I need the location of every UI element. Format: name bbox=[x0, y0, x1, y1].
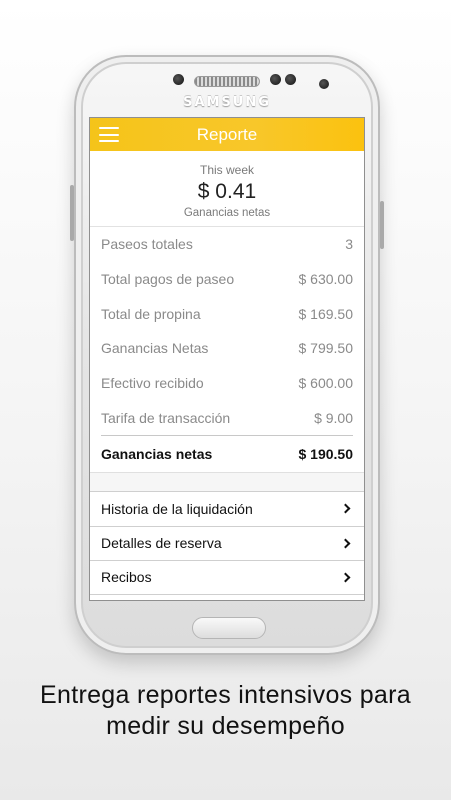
caption-line-1: Entrega reportes intensivos para bbox=[40, 681, 411, 709]
nav-item-label: Recibos bbox=[101, 569, 152, 586]
stat-row-total-rides: Paseos totales 3 bbox=[101, 227, 353, 262]
stat-label: Ganancias Netas bbox=[101, 340, 209, 357]
stat-label: Tarifa de transacción bbox=[101, 409, 231, 426]
stat-row-cash-received: Efectivo recibido $ 600.00 bbox=[101, 366, 353, 401]
front-camera-icon bbox=[173, 74, 184, 85]
net-earnings-label: Ganancias netas bbox=[183, 207, 271, 219]
promo-caption: Entrega reportes intensivos para medir s… bbox=[0, 680, 451, 742]
app-screen: Reporte This week $ 0.41 Ganancias netas… bbox=[89, 117, 365, 601]
stat-value: 3 bbox=[345, 236, 353, 253]
stat-row-transaction-fee: Tarifa de transacción $ 9.00 bbox=[101, 400, 353, 435]
stat-value: $ 630.00 bbox=[298, 271, 354, 288]
stat-row-net-earnings: Ganancias Netas $ 799.50 bbox=[101, 331, 353, 366]
earpiece-speaker bbox=[194, 76, 260, 87]
stat-value: $ 9.00 bbox=[314, 409, 353, 426]
home-button[interactable] bbox=[192, 617, 266, 639]
nav-item-booking-details[interactable]: Detalles de reserva bbox=[90, 525, 364, 561]
volume-button bbox=[70, 185, 74, 241]
stat-label: Paseos totales bbox=[101, 236, 193, 253]
light-sensor-icon bbox=[285, 74, 296, 85]
chevron-right-icon bbox=[340, 538, 351, 549]
chevron-right-icon bbox=[340, 572, 351, 583]
total-value: $ 190.50 bbox=[298, 446, 354, 463]
total-row: Ganancias netas $ 190.50 bbox=[101, 435, 353, 472]
nav-item-settlement-history[interactable]: Historia de la liquidación bbox=[90, 491, 364, 526]
camera-lens-icon bbox=[319, 79, 329, 89]
stat-label: Total de propina bbox=[101, 305, 201, 322]
proximity-sensor-icon bbox=[270, 74, 281, 85]
app-bar: Reporte bbox=[90, 118, 364, 151]
section-divider bbox=[90, 472, 364, 492]
caption-line-2: medir su desempeño bbox=[106, 712, 345, 740]
stats-list: Paseos totales 3 Total pagos de paseo $ … bbox=[90, 226, 364, 472]
stat-row-ride-payments: Total pagos de paseo $ 630.00 bbox=[101, 262, 353, 297]
stat-row-tips: Total de propina $ 169.50 bbox=[101, 296, 353, 331]
period-label: This week bbox=[199, 163, 255, 177]
stat-value: $ 799.50 bbox=[298, 340, 354, 357]
nav-item-receipts[interactable]: Recibos bbox=[90, 560, 364, 595]
page-title: Reporte bbox=[196, 125, 258, 144]
stat-label: Total pagos de paseo bbox=[101, 271, 235, 288]
stat-label: Efectivo recibido bbox=[101, 375, 204, 392]
total-label: Ganancias netas bbox=[101, 446, 213, 463]
device-brand: SAMSUNG bbox=[183, 95, 271, 110]
chevron-right-icon bbox=[340, 503, 351, 514]
nav-item-label: Historia de la liquidación bbox=[101, 500, 253, 517]
nav-item-label: Detalles de reserva bbox=[101, 535, 222, 552]
power-button bbox=[380, 201, 384, 249]
net-earnings-amount: $ 0.41 bbox=[197, 180, 257, 203]
stat-value: $ 600.00 bbox=[298, 375, 354, 392]
stat-value: $ 169.50 bbox=[298, 305, 354, 322]
earnings-summary: This week $ 0.41 Ganancias netas bbox=[90, 151, 364, 226]
